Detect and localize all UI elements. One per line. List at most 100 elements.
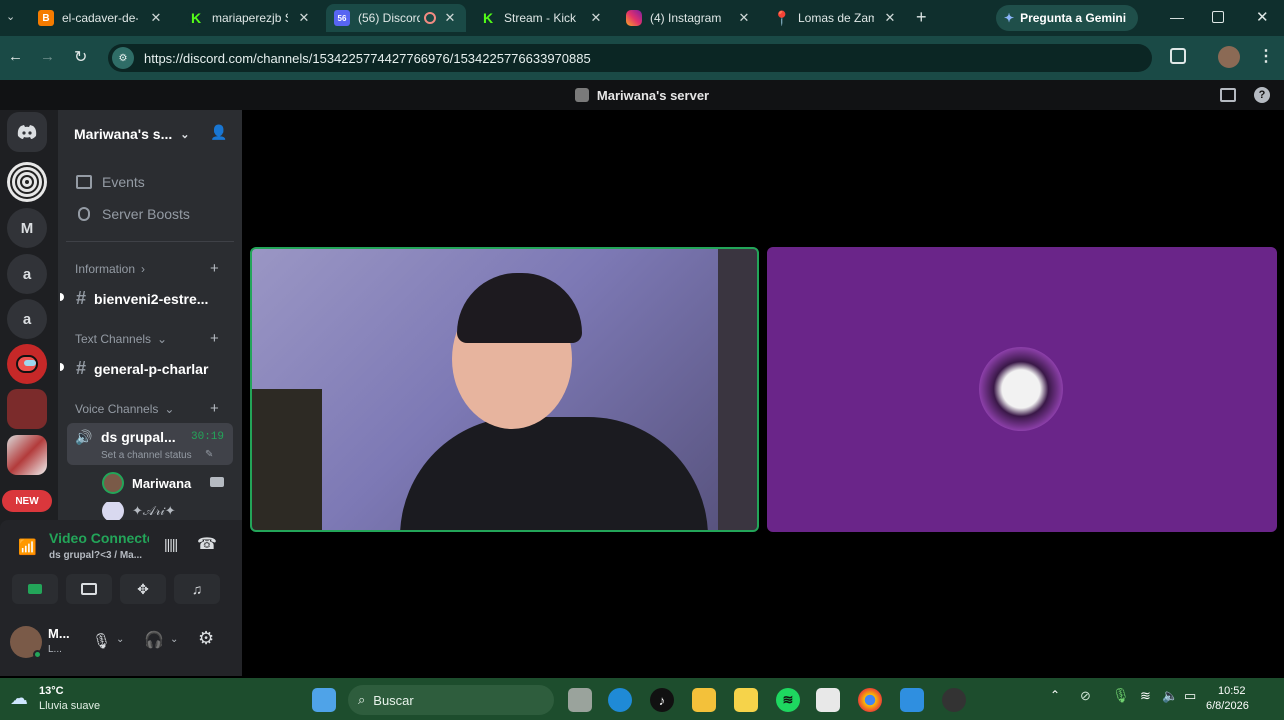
clock-date[interactable]: 6/8/2026	[1206, 700, 1249, 712]
voice-user-ari[interactable]: ✦𝒜𝓇𝒾✦	[102, 502, 176, 520]
weather-cloud-icon[interactable]: ☁	[10, 688, 28, 709]
instagram-icon	[626, 10, 642, 26]
window-close-icon[interactable]: ✕	[1256, 8, 1269, 26]
video-tile-ari[interactable]	[767, 247, 1277, 532]
pencil-icon[interactable]: ✎	[205, 449, 213, 460]
restore-icon[interactable]	[1212, 11, 1224, 23]
server-art-icon[interactable]	[7, 389, 47, 429]
obs-icon[interactable]	[942, 688, 966, 712]
reload-icon[interactable]: ↻	[74, 47, 87, 67]
gemini-button[interactable]: ✦ Pregunta a Gemini	[996, 5, 1138, 31]
help-icon[interactable]: ?	[1254, 87, 1270, 103]
activities-button[interactable]: ✥	[120, 574, 166, 604]
disconnect-phone-icon[interactable]: ☎	[197, 534, 217, 554]
browser-tab[interactable]: K mariaperezjb St ✕	[180, 4, 320, 32]
new-badge[interactable]: NEW	[2, 490, 52, 512]
server-boosts-item[interactable]: Server Boosts	[76, 206, 190, 222]
close-icon[interactable]: ✕	[296, 10, 312, 26]
channel-general[interactable]: # general-p-charlar	[76, 358, 208, 379]
discord-home-icon[interactable]	[7, 112, 47, 152]
camera-button[interactable]	[12, 574, 58, 604]
chevron-right-icon: ›	[141, 262, 146, 276]
close-icon[interactable]: ✕	[442, 10, 458, 26]
connection-signal-icon[interactable]: 📶	[18, 538, 37, 556]
server-anime-icon[interactable]	[7, 435, 47, 475]
inbox-icon[interactable]	[1220, 88, 1236, 102]
sticky-notes-icon[interactable]	[734, 688, 758, 712]
tiktok-icon[interactable]: ♪	[650, 688, 674, 712]
back-arrow-icon[interactable]: ←	[8, 48, 23, 65]
invite-person-add-icon[interactable]: 👤	[210, 124, 227, 141]
server-a-icon[interactable]: a	[7, 299, 47, 339]
microphone-in-use-icon[interactable]: 🎙	[1112, 687, 1130, 704]
browser-tab-active[interactable]: 56 (56) Discord ✕	[326, 4, 466, 32]
spotify-icon[interactable]: ≋	[776, 688, 800, 712]
channel-information[interactable]: # bienveni2-estre...	[76, 288, 208, 309]
server-spiral-icon[interactable]	[7, 162, 47, 202]
gemini-label: Pregunta a Gemini	[1020, 11, 1127, 25]
server-m-icon[interactable]: M	[7, 208, 47, 248]
browser-tab[interactable]: B el-cadaver-de-l ✕	[30, 4, 172, 32]
windows-start-icon[interactable]	[312, 688, 336, 712]
close-icon[interactable]: ✕	[736, 10, 752, 26]
channel-status-text[interactable]: Set a channel status	[101, 450, 192, 461]
soundboard-button[interactable]: ♫	[174, 574, 220, 604]
noise-suppression-icon[interactable]: |||||	[164, 536, 178, 552]
user-status: L...	[48, 644, 62, 655]
edge-icon[interactable]	[608, 688, 632, 712]
tab-title: (56) Discord	[358, 11, 420, 25]
volume-icon[interactable]: 🔈	[1162, 688, 1178, 704]
browser-tab[interactable]: (4) Instagram ✕	[618, 4, 760, 32]
weather-temperature[interactable]: 13°C	[39, 685, 64, 697]
clock-time[interactable]: 10:52	[1218, 685, 1246, 697]
microsoft-store-icon[interactable]	[816, 688, 840, 712]
category-text-channels[interactable]: Text Channels ⌄	[75, 332, 167, 346]
connection-subtitle[interactable]: ds grupal?<3 / Ma...	[49, 550, 142, 561]
add-channel-plus-icon[interactable]: +	[210, 400, 219, 417]
gemini-sparkle-icon: ✦	[1004, 11, 1015, 25]
add-channel-plus-icon[interactable]: +	[210, 260, 219, 277]
taskbar-search-box[interactable]: ⌕ Buscar	[348, 685, 554, 715]
file-explorer-icon[interactable]	[692, 688, 716, 712]
extensions-puzzle-icon[interactable]	[1170, 48, 1186, 64]
kick-icon: K	[480, 10, 496, 26]
browser-tab[interactable]: 📍 Lomas de Zamo ✕	[766, 4, 906, 32]
chrome-icon[interactable]	[858, 688, 882, 712]
video-person-body	[400, 417, 708, 530]
events-item[interactable]: Events	[76, 174, 145, 190]
category-voice-channels[interactable]: Voice Channels ⌄	[75, 402, 174, 416]
chevron-up-icon[interactable]: ⌃	[1050, 688, 1060, 702]
voice-user-mariwana[interactable]: Mariwana	[102, 472, 191, 494]
close-icon[interactable]: ✕	[882, 10, 898, 26]
close-icon[interactable]: ✕	[588, 10, 604, 26]
forward-arrow-icon[interactable]: →	[40, 48, 55, 65]
server-a-icon[interactable]: a	[7, 254, 47, 294]
tab-search-chevron-icon[interactable]: ⌄	[6, 10, 15, 23]
weather-description[interactable]: Lluvia suave	[39, 700, 100, 712]
chevron-down-icon[interactable]: ⌄	[170, 634, 178, 645]
url-bar[interactable]: ⚙ https://discord.com/channels/153422577…	[108, 44, 1152, 72]
screen-share-button[interactable]	[66, 574, 112, 604]
battery-icon[interactable]: ▭	[1184, 688, 1196, 704]
profile-avatar-icon[interactable]	[1218, 46, 1240, 68]
category-information[interactable]: Information ›	[75, 262, 145, 276]
settings-gear-icon[interactable]: ⚙	[198, 628, 214, 649]
browser-tab[interactable]: K Stream - Kick D ✕	[472, 4, 612, 32]
kebab-menu-icon[interactable]: ⋮	[1258, 46, 1274, 66]
voice-channel-active[interactable]: 🔊 ds grupal... 30:19 Set a channel statu…	[67, 423, 233, 465]
minimize-icon[interactable]: —	[1170, 9, 1184, 25]
server-among-us-icon[interactable]	[7, 344, 47, 384]
headphones-icon[interactable]: 🎧	[144, 630, 164, 650]
new-tab-plus-icon[interactable]: +	[916, 7, 927, 28]
server-title: Mariwana's server	[596, 87, 710, 103]
site-info-icon[interactable]: ⚙	[112, 47, 134, 69]
wifi-icon[interactable]: ≋	[1140, 688, 1151, 704]
photos-icon[interactable]	[900, 688, 924, 712]
defender-icon[interactable]: ⊘	[1080, 688, 1091, 704]
chevron-down-icon[interactable]: ⌄	[116, 634, 124, 645]
microphone-icon[interactable]: 🎙	[92, 632, 111, 650]
task-view-icon[interactable]	[568, 688, 592, 712]
video-tile-mariwana[interactable]	[250, 247, 759, 532]
close-icon[interactable]: ✕	[148, 10, 164, 26]
add-channel-plus-icon[interactable]: +	[210, 330, 219, 347]
